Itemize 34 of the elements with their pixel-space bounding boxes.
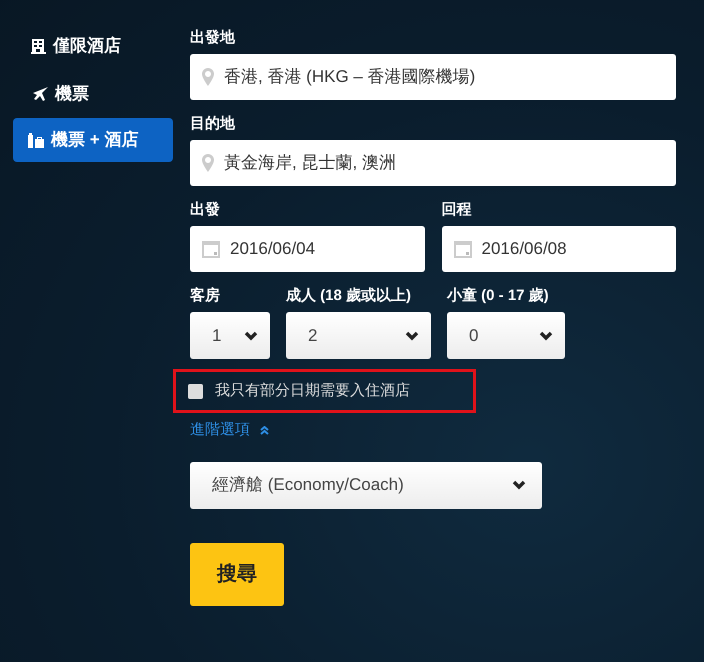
field-label: 目的地 [190, 114, 236, 134]
calendar-icon [202, 240, 220, 258]
location-pin-icon [202, 68, 214, 86]
select-dropdown[interactable]: 1 [190, 312, 270, 359]
chevron-double-up-icon [260, 426, 269, 435]
calendar-icon [454, 240, 472, 258]
cabin-select[interactable]: 經濟艙 (Economy/Coach) [190, 462, 542, 508]
chevron-down-icon [512, 480, 526, 490]
search-button[interactable]: 搜尋 [190, 542, 284, 606]
suitcase-building-icon [27, 132, 45, 148]
field-label: 出發 [190, 200, 221, 220]
checkbox[interactable] [188, 384, 203, 398]
input-field[interactable]: 黃金海岸, 昆士蘭, 澳洲 [190, 140, 676, 186]
date-field[interactable]: 2016/06/08 [442, 226, 676, 272]
field-label: 客房 [190, 286, 221, 306]
select-dropdown[interactable]: 0 [447, 312, 565, 359]
field-label: 小童 (0 - 17 歲) [447, 286, 550, 306]
sidebar-tab[interactable]: 機票 + 酒店 [13, 118, 173, 162]
field-label: 回程 [442, 200, 472, 220]
building-icon [31, 38, 47, 54]
advanced-options-link[interactable]: 進階選項 [190, 419, 676, 442]
chevron-down-icon [405, 330, 419, 340]
field-label: 出發地 [190, 28, 236, 48]
sidebar-tab[interactable]: 僅限酒店 [13, 22, 173, 70]
airplane-icon [31, 86, 49, 102]
select-dropdown[interactable]: 2 [286, 312, 431, 359]
chevron-down-icon [539, 330, 553, 340]
input-field[interactable]: 香港, 香港 (HKG – 香港國際機場) [190, 54, 676, 100]
location-pin-icon [202, 154, 214, 172]
field-label: 成人 (18 歲或以上) [286, 286, 412, 306]
sidebar-tab[interactable]: 機票 [13, 70, 173, 118]
date-field[interactable]: 2016/06/04 [190, 226, 424, 272]
checkbox-label: 我只有部分日期需要入住酒店 [215, 380, 410, 401]
chevron-down-icon [244, 330, 258, 340]
